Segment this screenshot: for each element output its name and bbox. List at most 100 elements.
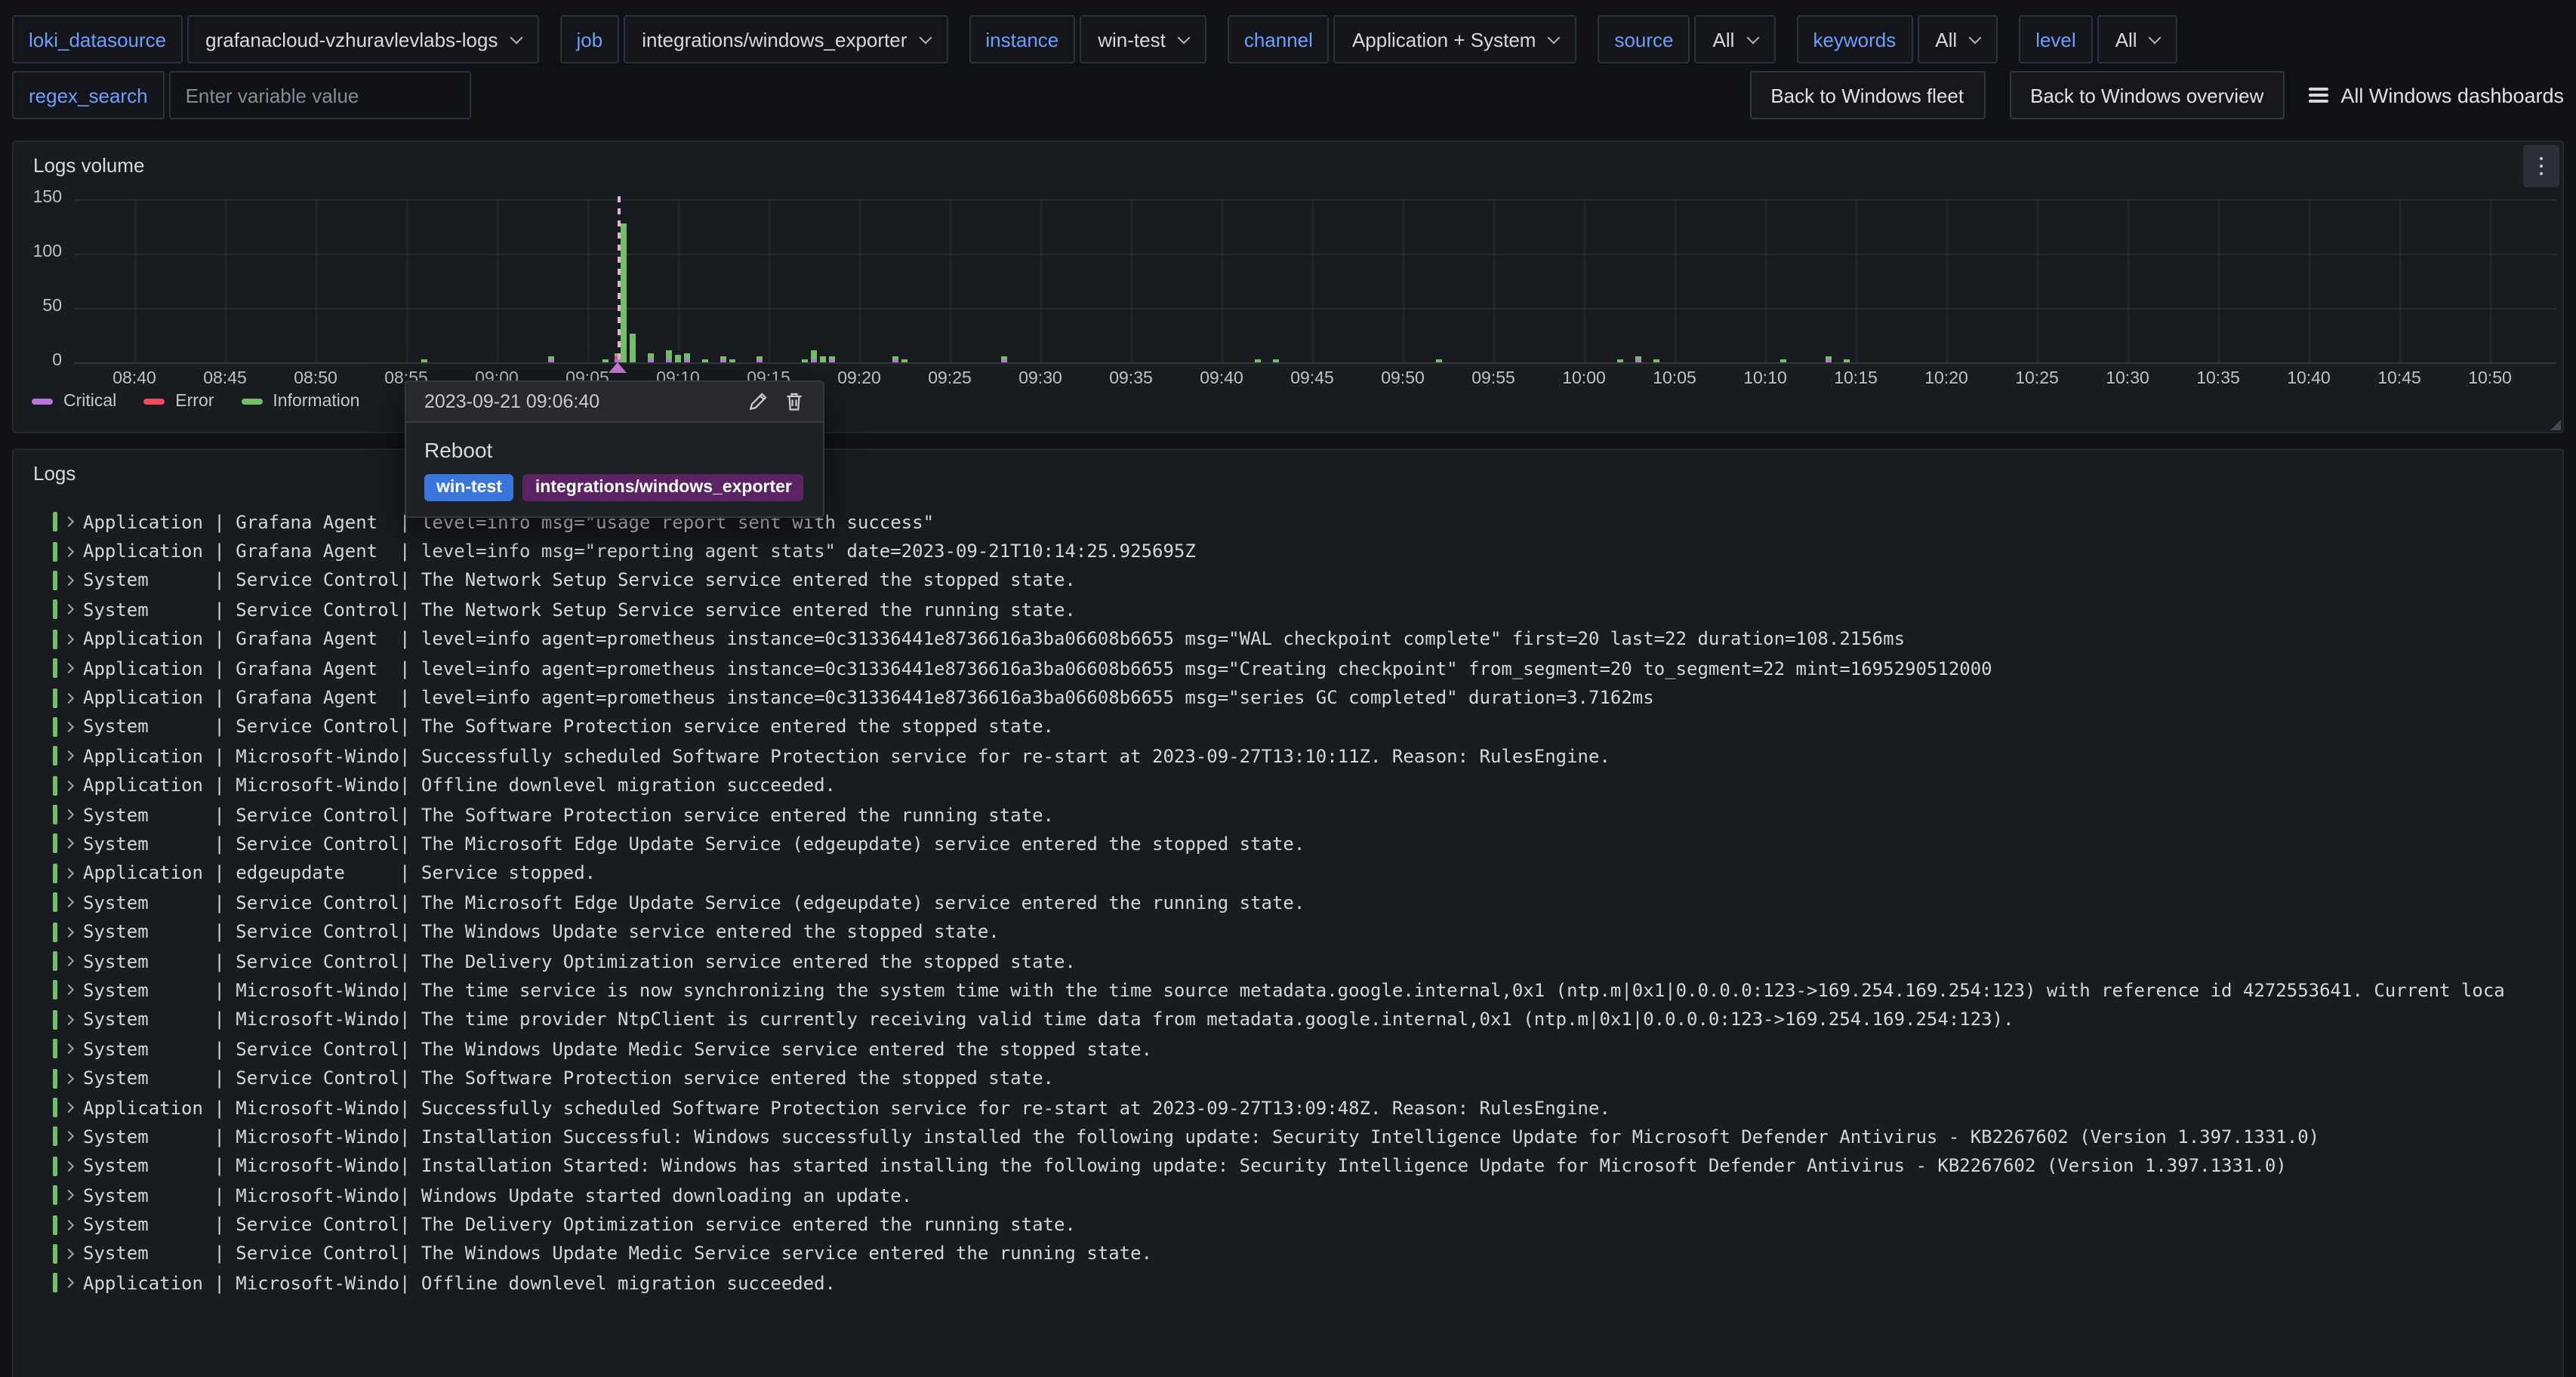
chart-bar-information[interactable] [621, 223, 627, 362]
annotation-marker-icon[interactable] [609, 362, 627, 373]
expand-chevron-icon[interactable] [63, 897, 74, 907]
chart-bar-critical[interactable] [829, 359, 835, 362]
chart-bar-critical[interactable] [666, 359, 672, 362]
log-row[interactable]: Application | Microsoft-Windo| Offline d… [14, 1268, 2559, 1298]
log-row[interactable]: Application | Grafana Agent | level=info… [14, 654, 2559, 683]
log-row[interactable]: System | Microsoft-Windo| The time servi… [14, 976, 2559, 1006]
chart-bar-information[interactable] [1436, 359, 1442, 362]
chart-bar-information[interactable] [602, 359, 609, 362]
expand-chevron-icon[interactable] [63, 1249, 74, 1259]
expand-chevron-icon[interactable] [63, 956, 74, 966]
log-row[interactable]: System | Service Control| The Delivery O… [14, 947, 2559, 976]
logs-panel-title[interactable]: Logs [33, 462, 75, 485]
variable-label-source[interactable]: source [1598, 15, 1690, 63]
expand-chevron-icon[interactable] [63, 1132, 74, 1142]
chart-bar-critical[interactable] [756, 359, 763, 362]
log-row[interactable]: Application | edgeupdate | Service stopp… [14, 858, 2559, 888]
log-row[interactable]: Application | Grafana Agent | level=info… [14, 683, 2559, 713]
chart-bar-information[interactable] [756, 356, 763, 359]
chart-bar-information[interactable] [820, 356, 826, 362]
chart-bar-critical[interactable] [1001, 359, 1007, 362]
all-windows-dashboards-link[interactable]: All Windows dashboards [2309, 84, 2564, 106]
log-row[interactable]: Application | Grafana Agent | level=info… [14, 624, 2559, 654]
panel-menu-button[interactable] [2523, 145, 2559, 187]
log-row[interactable]: System | Service Control| The Windows Up… [14, 1240, 2559, 1269]
log-row[interactable]: Application | Grafana Agent | level=info… [14, 507, 2559, 537]
chart-bar-information[interactable] [1653, 359, 1659, 362]
variable-label-job[interactable]: job [559, 15, 619, 63]
variable-label-loki_datasource[interactable]: loki_datasource [12, 15, 183, 63]
back-to-windows-fleet-button[interactable]: Back to Windows fleet [1749, 71, 1985, 119]
expand-chevron-icon[interactable] [63, 926, 74, 937]
chart-bar-information[interactable] [720, 356, 726, 359]
chart-bar-critical[interactable] [892, 359, 898, 362]
expand-chevron-icon[interactable] [63, 1278, 74, 1289]
log-row[interactable]: Application | Microsoft-Windo| Successfu… [14, 741, 2559, 771]
expand-chevron-icon[interactable] [63, 868, 74, 879]
log-row[interactable]: System | Service Control| The Software P… [14, 800, 2559, 830]
chart-bar-information[interactable] [1273, 359, 1279, 362]
log-row[interactable]: System | Service Control| The Delivery O… [14, 1210, 2559, 1240]
delete-annotation-button[interactable] [784, 391, 805, 412]
variable-select-channel[interactable]: Application + System [1334, 15, 1577, 63]
expand-chevron-icon[interactable] [63, 1190, 74, 1200]
expand-chevron-icon[interactable] [63, 809, 74, 820]
expand-chevron-icon[interactable] [63, 1102, 74, 1113]
log-row[interactable]: Application | Microsoft-Windo| Offline d… [14, 771, 2559, 800]
expand-chevron-icon[interactable] [63, 751, 74, 762]
log-row[interactable]: System | Service Control| The Software P… [14, 1064, 2559, 1093]
expand-chevron-icon[interactable] [63, 1219, 74, 1230]
variable-label-channel[interactable]: channel [1228, 15, 1330, 63]
variable-label-keywords[interactable]: keywords [1796, 15, 1912, 63]
log-row[interactable]: System | Service Control| The Network Se… [14, 566, 2559, 596]
chart-bar-information[interactable] [1001, 356, 1007, 359]
annotation-tag[interactable]: win-test [424, 474, 514, 501]
chart-bar-critical[interactable] [548, 359, 554, 362]
chart-bar-information[interactable] [1255, 359, 1261, 362]
panel-resize-handle[interactable] [2550, 420, 2561, 430]
chart-bar-information[interactable] [666, 351, 672, 360]
expand-chevron-icon[interactable] [63, 839, 74, 849]
log-row[interactable]: Application | Microsoft-Windo| Successfu… [14, 1093, 2559, 1123]
log-row[interactable]: System | Microsoft-Windo| Installation S… [14, 1122, 2559, 1151]
expand-chevron-icon[interactable] [63, 985, 74, 996]
legend-item-information[interactable]: Information [241, 393, 359, 411]
chart-bar-information[interactable] [684, 354, 690, 359]
expand-chevron-icon[interactable] [63, 633, 74, 644]
chart-bar-critical[interactable] [648, 359, 654, 362]
expand-chevron-icon[interactable] [63, 605, 74, 615]
expand-chevron-icon[interactable] [63, 546, 74, 556]
expand-chevron-icon[interactable] [63, 780, 74, 790]
log-row[interactable]: System | Service Control| The Windows Up… [14, 917, 2559, 947]
chart-bar-critical[interactable] [720, 359, 726, 362]
log-row[interactable]: System | Service Control| The Microsoft … [14, 830, 2559, 859]
chart-bar-critical[interactable] [811, 359, 817, 362]
expand-chevron-icon[interactable] [63, 663, 74, 673]
back-to-windows-overview-button[interactable]: Back to Windows overview [2009, 71, 2285, 119]
expand-chevron-icon[interactable] [63, 1043, 74, 1054]
variable-label-instance[interactable]: instance [969, 15, 1075, 63]
chart-bar-information[interactable] [675, 355, 681, 362]
chart-bar-critical[interactable] [1826, 359, 1832, 362]
log-row[interactable]: System | Service Control| The Windows Up… [14, 1034, 2559, 1064]
edit-annotation-button[interactable] [747, 391, 769, 412]
chart-bar-critical[interactable] [1635, 359, 1641, 362]
variable-select-instance[interactable]: win-test [1080, 15, 1206, 63]
chart-bar-critical[interactable] [684, 359, 690, 362]
variable-select-level[interactable]: All [2097, 15, 2178, 63]
variable-select-keywords[interactable]: All [1917, 15, 1998, 63]
log-row[interactable]: Application | Grafana Agent | level=info… [14, 537, 2559, 566]
chart-bar-information[interactable] [630, 334, 636, 362]
expand-chevron-icon[interactable] [63, 1015, 74, 1025]
expand-chevron-icon[interactable] [63, 575, 74, 586]
log-row[interactable]: System | Service Control| The Software P… [14, 712, 2559, 741]
expand-chevron-icon[interactable] [63, 1073, 74, 1083]
regex-search-input[interactable] [169, 71, 471, 119]
legend-item-error[interactable]: Error [143, 393, 214, 411]
chart-bar-information[interactable] [892, 356, 898, 359]
chart-bar-information[interactable] [1617, 359, 1623, 362]
log-row[interactable]: System | Microsoft-Windo| Installation S… [14, 1151, 2559, 1181]
variable-select-source[interactable]: All [1695, 15, 1776, 63]
variable-select-job[interactable]: integrations/windows_exporter [624, 15, 948, 63]
log-row[interactable]: System | Service Control| The Microsoft … [14, 888, 2559, 917]
